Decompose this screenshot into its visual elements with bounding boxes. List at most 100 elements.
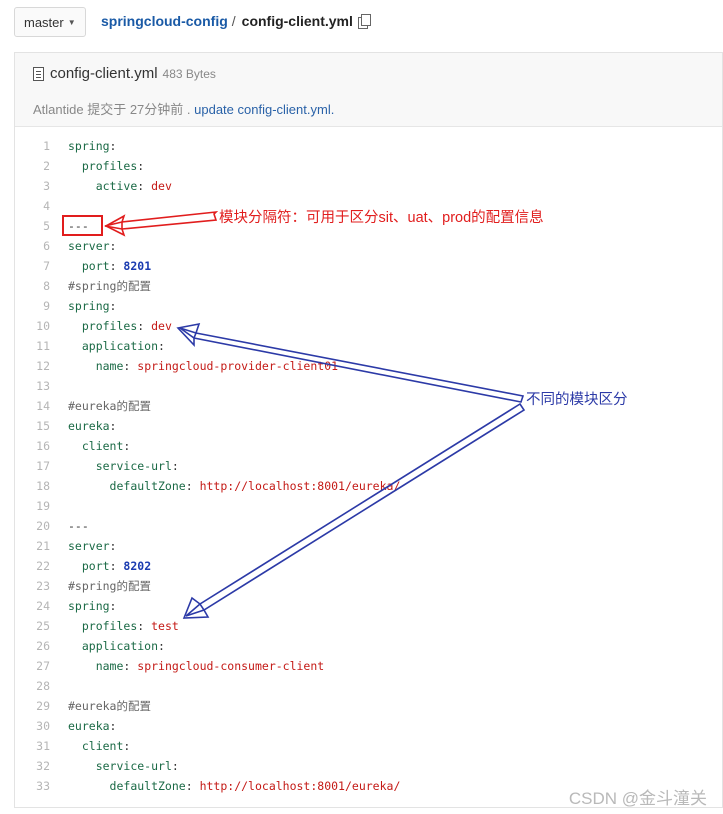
code-token: port [81,259,110,273]
code-line: 7 port: 8201 [14,256,721,276]
code-token: client [81,739,124,753]
code-token: dev [151,179,172,193]
line-content: active: dev [50,176,172,196]
code-token: : [123,359,138,373]
code-line: 15 eureka: [14,416,721,436]
code-token: spring [68,139,110,153]
code-token: eureka [68,719,110,733]
line-content [50,376,68,396]
line-content: defaultZone: http://localhost:8001/eurek… [50,476,401,496]
line-content: service-url: [50,756,179,776]
code-token: dev [151,319,172,333]
code-line: 8 #spring的配置 [14,276,721,296]
code-line: 12 name: springcloud-provider-client01 [14,356,721,376]
code-token: : [171,459,179,473]
code-token: 8202 [123,559,152,573]
line-content: port: 8201 [50,256,151,276]
code-token: server [68,239,110,253]
watermark: CSDN @金斗潼关 [568,789,707,808]
code-line: 11 application: [14,336,721,356]
commit-author: Atlantide [33,102,84,117]
code-token: : [109,239,117,253]
code-token: service-url [95,759,172,773]
breadcrumb-repo-link[interactable]: springcloud-config [101,13,228,29]
line-number: 32 [36,759,50,773]
copy-icon[interactable] [357,14,371,29]
line-number: 4 [43,199,50,213]
line-content: defaultZone: http://localhost:8001/eurek… [50,776,401,796]
code-token: : [137,179,152,193]
commit-message-link[interactable]: update config-client.yml. [194,102,334,117]
file-size: 483 Bytes [162,66,216,81]
code-token: 8201 [123,259,152,273]
line-content: #eureka的配置 [50,696,151,716]
line-content [50,196,68,216]
line-content: #eureka的配置 [50,396,151,416]
code-token: : [185,479,200,493]
code-token: : [137,159,145,173]
code-line: 24 spring: [14,596,721,616]
code-token: springcloud-provider-client01 [137,359,339,373]
line-number: 29 [36,699,50,713]
line-content: service-url: [50,456,179,476]
code-token: : [109,539,117,553]
line-number: 6 [43,239,50,253]
code-token: spring [68,599,110,613]
code-line: 29 #eureka的配置 [14,696,721,716]
breadcrumb: springcloud-config / config-client.yml [101,13,371,29]
line-number: 10 [36,319,50,333]
line-content: eureka: [50,416,116,436]
line-number: 27 [36,659,50,673]
code-line: 23 #spring的配置 [14,576,721,596]
line-content [50,496,68,516]
line-content: client: [50,436,130,456]
line-number: 7 [43,259,50,273]
line-number: 12 [36,359,50,373]
line-content: name: springcloud-consumer-client [50,656,325,676]
code-token: port [81,559,110,573]
line-content: eureka: [50,716,116,736]
code-token: : [109,139,117,153]
separator-annotation: 模块分隔符：可用于区分sit、uat、prod的配置信息 [219,210,544,226]
line-content: #spring的配置 [50,276,151,296]
code-token: defaultZone [109,779,186,793]
line-number: 26 [36,639,50,653]
line-number: 13 [36,379,50,393]
line-number: 17 [36,459,50,473]
line-content: profiles: dev [50,316,172,336]
line-content: server: [50,536,116,556]
line-number: 5 [43,219,50,233]
line-number: 20 [36,519,50,533]
line-number: 19 [36,499,50,513]
file-header: config-client.yml 483 Bytes Atlantide 提交… [15,53,722,127]
line-number: 22 [36,559,50,573]
code-token: client [81,439,124,453]
commit-info: Atlantide 提交于 27分钟前 . update config-clie… [33,99,334,118]
breadcrumb-separator: / [231,13,236,29]
code-token: : [137,619,152,633]
code-line: 17 service-url: [14,456,721,476]
branch-selector-button[interactable]: master ▼ [14,7,86,37]
code-token: : [123,739,131,753]
code-token: : [109,599,117,613]
code-line: 3 active: dev [14,176,721,196]
code-token: : [109,259,124,273]
line-content: --- [50,516,89,536]
code-token: : [109,559,124,573]
line-content: spring: [50,136,116,156]
code-line: 16 client: [14,436,721,456]
line-number: 18 [36,479,50,493]
line-number: 11 [36,339,50,353]
code-line: 22 port: 8202 [14,556,721,576]
code-token: : [158,339,165,353]
line-content: profiles: test [50,616,179,636]
